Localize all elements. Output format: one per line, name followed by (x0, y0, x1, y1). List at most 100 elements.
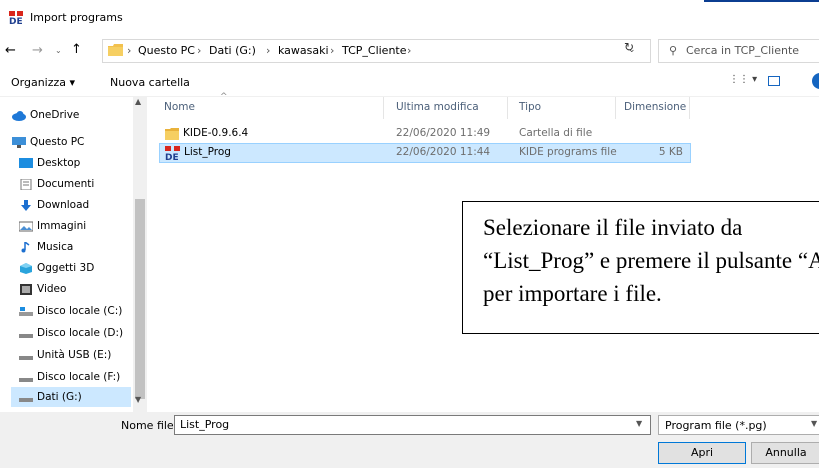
search-icon: ⚲ (669, 44, 678, 57)
table-row[interactable]: KIDE-0.9.6.4 22/06/2020 11:49 Cartella d… (159, 125, 689, 143)
table-row[interactable]: DE List_Prog 22/06/2020 11:44 KIDE progr… (159, 143, 691, 163)
column-divider[interactable] (507, 97, 508, 119)
column-divider[interactable] (615, 97, 616, 119)
desktop-icon (19, 157, 33, 168)
sidebar-item-questo-pc[interactable]: Questo PC (12, 132, 84, 152)
filename-input[interactable]: List_Prog ▼ (174, 415, 651, 435)
sidebar-item-onedrive[interactable]: OneDrive (12, 105, 79, 125)
column-divider[interactable] (689, 97, 690, 119)
sidebar-item-disco-f[interactable]: Disco locale (F:) (19, 367, 120, 387)
window-title: Import programs (30, 11, 123, 24)
scroll-up-icon[interactable]: ▲ (135, 97, 141, 106)
file-type-filter-value: Program file (*.pg) (665, 419, 767, 432)
sidebar-item-label: Video (37, 283, 67, 295)
breadcrumb-dati-g[interactable]: Dati (G:) (209, 44, 256, 58)
computer-icon (12, 136, 26, 148)
back-arrow-icon[interactable]: ← (5, 44, 16, 58)
up-arrow-icon[interactable]: ↑ (71, 43, 82, 57)
toolbar: Organizza ▾ Nuova cartella ⋮⋮ ▾ (0, 66, 819, 97)
kide-file-icon: DE (165, 146, 180, 160)
file-type: Cartella di file (519, 127, 593, 139)
sidebar-scroll-thumb[interactable] (135, 199, 145, 399)
download-icon (21, 199, 31, 211)
sidebar-item-musica[interactable]: Musica (19, 237, 73, 257)
column-header-modified[interactable]: Ultima modifica (396, 101, 479, 113)
sidebar-item-label: Dati (G:) (37, 391, 82, 403)
drive-icon (19, 333, 33, 338)
breadcrumb-questo-pc[interactable]: Questo PC (138, 44, 195, 58)
breadcrumb-separator-icon: › (330, 44, 335, 57)
sidebar-item-label: Download (37, 199, 90, 211)
folder-icon (165, 128, 179, 140)
forward-arrow-icon[interactable]: → (32, 44, 43, 58)
file-type-filter-select[interactable]: Program file (*.pg) ▼ (658, 415, 819, 435)
sidebar-item-desktop[interactable]: Desktop (19, 153, 80, 173)
view-options-icon[interactable]: ⋮⋮ ▾ (729, 74, 757, 85)
new-folder-button[interactable]: Nuova cartella (110, 76, 190, 89)
address-bar[interactable]: › Questo PC › Dati (G:) › kawasaki › TCP… (102, 39, 651, 63)
drive-icon (19, 306, 33, 316)
callout-line-1: Selezionare il file inviato da (483, 215, 743, 240)
sidebar-item-download[interactable]: Download (19, 195, 89, 215)
file-name: List_Prog (184, 146, 231, 158)
svg-text:DE: DE (9, 17, 23, 24)
sidebar-item-video[interactable]: Video (19, 279, 66, 299)
title-bar: DE Import programs (0, 0, 819, 32)
scroll-down-icon[interactable]: ▼ (135, 395, 141, 404)
callout-line-3: per importare i file. (483, 281, 662, 306)
drive-icon (19, 377, 33, 382)
sidebar-item-label: Questo PC (30, 136, 85, 148)
breadcrumb-separator-icon: › (266, 44, 271, 57)
recent-locations-chevron-icon[interactable]: ⌄ (55, 46, 62, 55)
cube-icon (20, 262, 32, 274)
video-icon (20, 283, 32, 295)
documents-icon (20, 178, 32, 190)
sidebar-item-label: Desktop (37, 157, 81, 169)
preview-pane-icon[interactable] (768, 76, 780, 86)
help-icon[interactable] (812, 73, 819, 89)
breadcrumb-separator-icon: › (197, 44, 202, 57)
breadcrumb-tcp-cliente[interactable]: TCP_Cliente (342, 44, 407, 58)
organize-menu-button[interactable]: Organizza ▾ (11, 76, 75, 89)
sidebar-item-immagini[interactable]: Immagini (19, 216, 86, 236)
file-modified: 22/06/2020 11:49 (396, 127, 491, 139)
instruction-callout: Selezionare il file inviato da “List_Pro… (462, 201, 819, 334)
column-header-size[interactable]: Dimensione (624, 101, 686, 113)
navigation-pane: OneDrive Questo PC Desktop Documenti Dow… (0, 97, 147, 412)
refresh-icon[interactable]: ↻ (624, 40, 634, 54)
sidebar-item-label: Documenti (37, 178, 95, 190)
file-type: KIDE programs file (519, 146, 617, 158)
breadcrumb-separator-icon: › (127, 44, 132, 57)
sidebar-item-documenti[interactable]: Documenti (19, 174, 94, 194)
filename-label: Nome file: (121, 419, 178, 432)
sidebar-item-label: Immagini (37, 220, 87, 232)
search-input[interactable]: ⚲ Cerca in TCP_Cliente (658, 39, 819, 63)
music-icon (21, 241, 30, 252)
breadcrumb-kawasaki[interactable]: kawasaki (278, 44, 329, 58)
breadcrumb-separator-icon: › (407, 44, 412, 57)
cloud-icon (12, 110, 26, 121)
sidebar-item-usb-e[interactable]: Unità USB (E:) (19, 345, 111, 365)
dialog-footer: Nome file: List_Prog ▼ Program file (*.p… (0, 412, 819, 468)
open-button[interactable]: Apri (658, 442, 746, 464)
sidebar-item-label: Musica (37, 241, 74, 253)
sidebar-item-label: Disco locale (D:) (37, 327, 124, 339)
chevron-down-icon[interactable]: ▼ (811, 419, 817, 428)
file-name: KIDE-0.9.6.4 (183, 127, 249, 139)
drive-icon (19, 355, 33, 360)
search-placeholder: Cerca in TCP_Cliente (686, 44, 800, 57)
sidebar-item-oggetti-3d[interactable]: Oggetti 3D (19, 258, 94, 278)
images-icon (19, 221, 33, 231)
sort-ascending-icon: ^ (220, 92, 228, 102)
sidebar-item-dati-g[interactable]: Dati (G:) (19, 387, 82, 407)
svg-text:DE: DE (165, 153, 179, 160)
cancel-button[interactable]: Annulla (751, 442, 819, 464)
drive-icon (19, 397, 33, 402)
filename-value: List_Prog (180, 418, 230, 431)
sidebar-item-disco-c[interactable]: Disco locale (C:) (19, 301, 122, 321)
column-header-name[interactable]: Nome (164, 101, 195, 113)
chevron-down-icon[interactable]: ▼ (636, 419, 642, 428)
column-header-type[interactable]: Tipo (519, 101, 541, 113)
column-divider[interactable] (383, 97, 384, 119)
sidebar-item-disco-d[interactable]: Disco locale (D:) (19, 323, 123, 343)
